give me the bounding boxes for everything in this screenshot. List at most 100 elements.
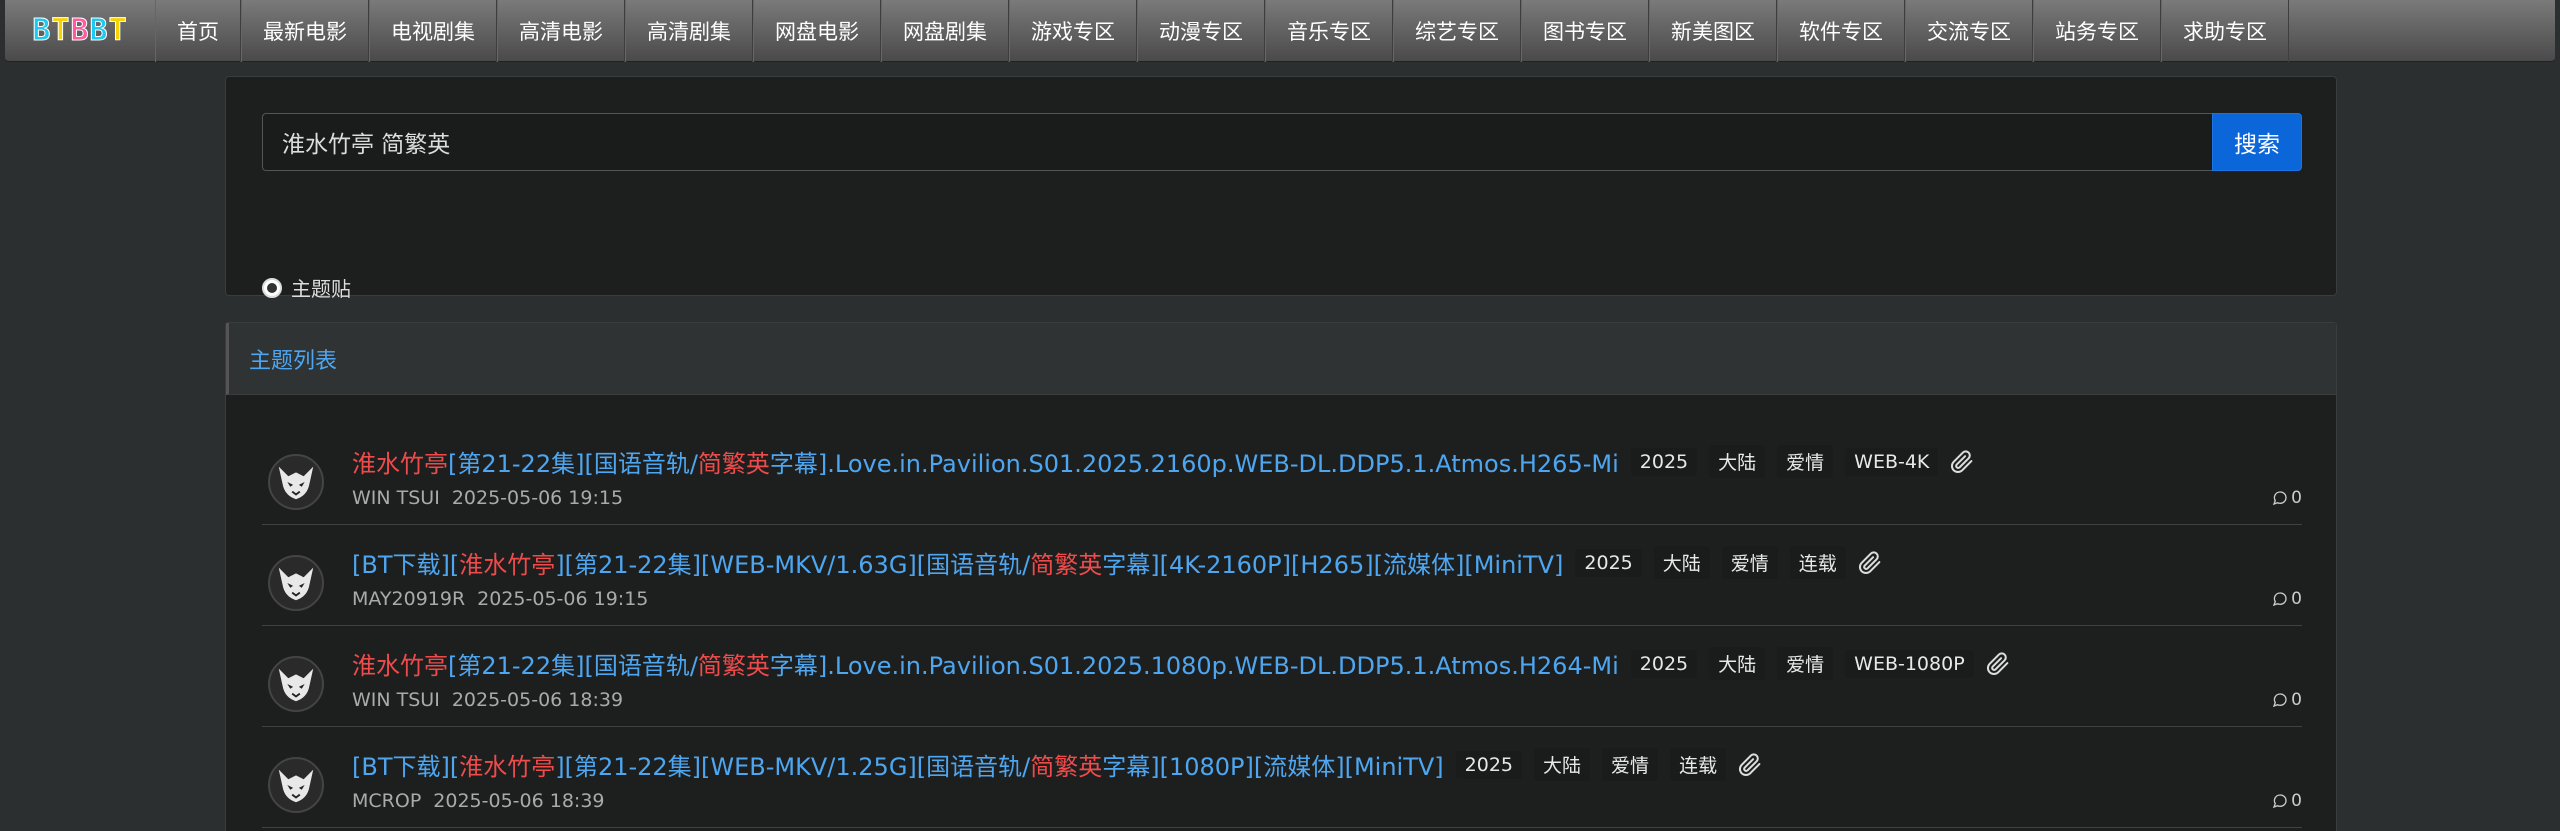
thread-row: [BT下载][淮水竹亭][第21-22集][WEB-MKV/1.25G][国语音… [262, 727, 2302, 828]
thread-list-panel: 主题列表 淮水竹亭[第21-22集][国语音轨/简繁英字幕].Love.in.P… [225, 322, 2337, 831]
site-logo[interactable]: BTBBT [5, 0, 155, 62]
paperclip-icon [1738, 752, 1762, 777]
topic-radio[interactable] [262, 277, 282, 298]
thread-author[interactable]: MCROP [352, 790, 421, 812]
nav-item[interactable]: 最新电影 [241, 0, 369, 62]
nav-item[interactable]: 游戏专区 [1009, 0, 1137, 62]
search-type-option[interactable]: 主题贴 [262, 273, 351, 302]
thread-tag[interactable]: 爱情 [1602, 748, 1659, 781]
nav-menu: 首页 最新电影 电视剧集 高清电影 高清剧集 网盘电影 网盘剧集 游戏专区 动漫专区 音乐专区 综艺… [155, 0, 2289, 62]
thread-tag[interactable]: 2025 [1575, 548, 1642, 577]
thread-tag[interactable]: 大陆 [1709, 445, 1766, 478]
thread-meta: MCROP 2025-05-06 18:39 [352, 790, 605, 812]
paperclip-icon [1950, 449, 1974, 474]
nav-item[interactable]: 新美图区 [1649, 0, 1777, 62]
thread-row: [BT下载][淮水竹亭][第21-22集][WEB-MKV/1.63G][国语音… [262, 525, 2302, 626]
thread-tag[interactable]: WEB-1080P [1845, 649, 1974, 678]
search-highlight: 淮水竹亭 [459, 753, 556, 781]
nav-item[interactable]: 网盘剧集 [881, 0, 1009, 62]
search-highlight: 淮水竹亭 [352, 652, 448, 680]
reply-count: 0 [2272, 690, 2302, 710]
nav-item[interactable]: 图书专区 [1521, 0, 1649, 62]
nav-item[interactable]: 软件专区 [1777, 0, 1905, 62]
nav-item[interactable]: 音乐专区 [1265, 0, 1393, 62]
nav-item[interactable]: 综艺专区 [1393, 0, 1521, 62]
reply-count: 0 [2272, 791, 2302, 811]
logo-letter: T [51, 13, 71, 49]
user-avatar[interactable] [268, 757, 324, 813]
comment-icon [2272, 591, 2291, 607]
reply-count: 0 [2272, 589, 2302, 609]
subject-text: 字幕][4K-2160P][H265][流媒体][MiniTV] [1102, 551, 1564, 579]
thread-author[interactable]: WIN TSUI [352, 689, 440, 711]
search-button[interactable]: 搜索 [2212, 113, 2302, 171]
subject-text: [BT下载][ [352, 551, 460, 579]
nav-item[interactable]: 求助专区 [2161, 0, 2289, 62]
thread-time: 2025-05-06 18:39 [433, 790, 605, 812]
search-highlight: 简繁英 [697, 450, 770, 478]
subject-text: ][第21-22集][WEB-MKV/1.25G][国语音轨/ [555, 753, 1031, 781]
subject-text: 字幕].Love.in.Pavilion.S01.2025.2160p.WEB-… [769, 450, 1619, 478]
thread-tag[interactable]: 2025 [1455, 750, 1523, 779]
thread-tag[interactable]: 大陆 [1709, 647, 1766, 680]
paperclip-icon [1986, 651, 2010, 676]
thread-tag[interactable]: 大陆 [1534, 748, 1591, 781]
subject-text: 字幕].Love.in.Pavilion.S01.2025.1080p.WEB-… [769, 652, 1619, 680]
thread-subject-link[interactable]: [BT下载][淮水竹亭][第21-22集][WEB-MKV/1.63G][国语音… [352, 545, 1563, 580]
thread-row: 淮水竹亭[第21-22集][国语音轨/简繁英字幕].Love.in.Pavili… [262, 424, 2302, 525]
thread-author[interactable]: MAY20919R [352, 588, 465, 610]
logo-letter: T [108, 13, 128, 49]
comment-icon [2272, 793, 2291, 809]
search-highlight: 淮水竹亭 [459, 551, 556, 579]
thread-subject-link[interactable]: [BT下载][淮水竹亭][第21-22集][WEB-MKV/1.25G][国语音… [352, 747, 1444, 782]
search-bar: 搜索 [262, 113, 2302, 171]
nav-item[interactable]: 站务专区 [2033, 0, 2161, 62]
nav-item[interactable]: 交流专区 [1905, 0, 2033, 62]
nav-item[interactable]: 网盘电影 [753, 0, 881, 62]
thread-tag[interactable]: 爱情 [1777, 647, 1834, 680]
subject-text: [第21-22集][国语音轨/ [448, 652, 698, 680]
search-panel: 搜索 主题贴 [225, 76, 2337, 301]
thread-subject-link[interactable]: 淮水竹亭[第21-22集][国语音轨/简繁英字幕].Love.in.Pavili… [352, 444, 1619, 479]
topic-radio-label: 主题贴 [291, 277, 351, 301]
thread-tag[interactable]: 连载 [1670, 748, 1727, 781]
logo-letter: B [32, 13, 52, 49]
thread-tag[interactable]: 爱情 [1721, 546, 1778, 579]
subject-text: 字幕][1080P][流媒体][MiniTV] [1102, 753, 1444, 781]
nav-item[interactable]: 高清电影 [497, 0, 625, 62]
thread-time: 2025-05-06 19:15 [477, 588, 649, 610]
nav-item[interactable]: 高清剧集 [625, 0, 753, 62]
user-avatar[interactable] [268, 555, 324, 611]
thread-tag[interactable]: 大陆 [1653, 546, 1710, 579]
thread-meta: WIN TSUI 2025-05-06 19:15 [352, 487, 623, 509]
nav-item[interactable]: 首页 [155, 0, 241, 62]
nav-item[interactable]: 动漫专区 [1137, 0, 1265, 62]
top-navbar: BTBBT 首页 最新电影 电视剧集 高清电影 高清剧集 网盘电影 网盘剧集 游戏专区 动漫专区… [5, 0, 2555, 62]
reply-number: 0 [2291, 488, 2302, 508]
search-highlight: 淮水竹亭 [352, 450, 448, 478]
thread-tag[interactable]: 连载 [1789, 546, 1846, 579]
thread-time: 2025-05-06 19:15 [451, 487, 624, 509]
subject-text: ][第21-22集][WEB-MKV/1.63G][国语音轨/ [555, 551, 1031, 579]
thread-time: 2025-05-06 18:39 [451, 689, 624, 711]
thread-meta: WIN TSUI 2025-05-06 18:39 [352, 689, 623, 711]
thread-author[interactable]: WIN TSUI [352, 487, 440, 509]
user-avatar[interactable] [268, 454, 324, 510]
search-highlight: 简繁英 [1030, 551, 1103, 579]
thread-title-line: [BT下载][淮水竹亭][第21-22集][WEB-MKV/1.63G][国语音… [352, 545, 1882, 580]
user-avatar[interactable] [268, 656, 324, 712]
thread-title-line: [BT下载][淮水竹亭][第21-22集][WEB-MKV/1.25G][国语音… [352, 747, 1762, 782]
thread-tag[interactable]: 2025 [1630, 649, 1698, 678]
subject-text: [第21-22集][国语音轨/ [448, 450, 698, 478]
thread-subject-link[interactable]: 淮水竹亭[第21-22集][国语音轨/简繁英字幕].Love.in.Pavili… [352, 646, 1619, 681]
thread-title-line: 淮水竹亭[第21-22集][国语音轨/简繁英字幕].Love.in.Pavili… [352, 444, 1974, 479]
reply-count: 0 [2272, 488, 2302, 508]
search-input[interactable] [262, 113, 2212, 171]
thread-tag[interactable]: 2025 [1630, 447, 1698, 476]
thread-tag[interactable]: 爱情 [1777, 445, 1834, 478]
thread-tag[interactable]: WEB-4K [1845, 447, 1939, 476]
thread-row: 淮水竹亭[第21-22集][国语音轨/简繁英字幕].Love.in.Pavili… [262, 626, 2302, 727]
nav-item[interactable]: 电视剧集 [369, 0, 497, 62]
search-highlight: 简繁英 [697, 652, 770, 680]
reply-number: 0 [2291, 589, 2302, 609]
